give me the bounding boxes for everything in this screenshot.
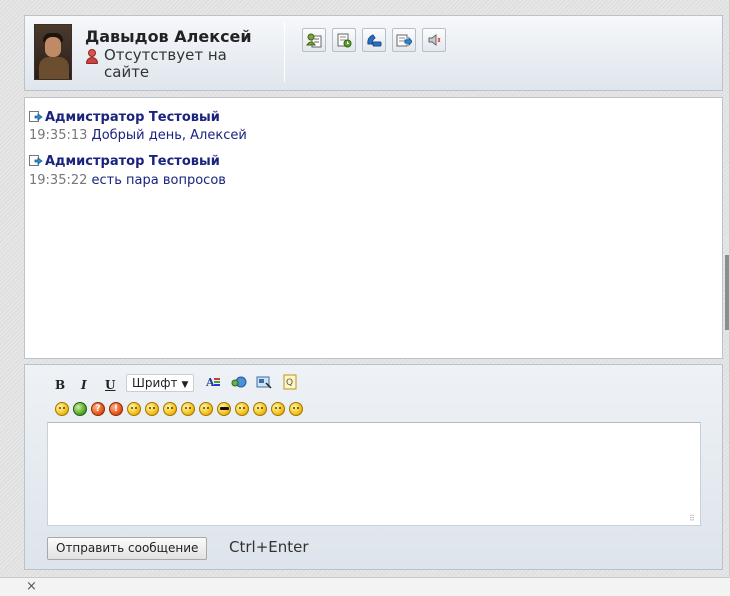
emoticon-tongue-icon[interactable]	[199, 402, 213, 416]
font-select-value: Шрифт	[132, 376, 178, 390]
resize-grip-icon[interactable]: ⠿	[689, 514, 718, 566]
svg-text:A: A	[206, 376, 215, 389]
message-line: 19:35:22 есть пара вопросов	[29, 173, 226, 188]
emoticon-happy-icon[interactable]	[271, 402, 285, 416]
quote-icon[interactable]: Q	[283, 374, 297, 390]
emoticon-shield-icon[interactable]	[73, 402, 87, 416]
chat-window: Давыдов Алексей Отсутствует на сайте Адм…	[0, 0, 730, 596]
incoming-message-icon	[29, 111, 43, 122]
font-color-icon[interactable]: A	[206, 374, 222, 390]
emoticon-laugh-icon[interactable]	[55, 402, 69, 416]
call-icon	[367, 34, 382, 47]
emoticon-smile-icon[interactable]	[127, 402, 141, 416]
message-log[interactable]: Адмистратор Тестовый 19:35:13 Добрый ден…	[24, 97, 723, 359]
message-composer: B I U Шрифт ▼ A Q ? ! ⠿ Отправить сообще…	[24, 364, 723, 570]
bold-button[interactable]: B	[55, 378, 65, 392]
call-button[interactable]	[362, 28, 386, 52]
chevron-down-icon: ▼	[181, 380, 189, 390]
italic-button[interactable]: I	[81, 378, 87, 392]
emoticon-wink-icon[interactable]	[289, 402, 303, 416]
emoticon-question-icon[interactable]: ?	[91, 402, 105, 416]
emoticon-sad-icon[interactable]	[145, 402, 159, 416]
screenshot-icon[interactable]	[256, 374, 272, 390]
transfer-button[interactable]	[392, 28, 416, 52]
avatar[interactable]	[34, 24, 72, 80]
message-input[interactable]	[47, 422, 701, 526]
font-select[interactable]: Шрифт ▼	[126, 374, 195, 392]
user-card-icon	[306, 33, 322, 48]
side-panel-handle[interactable]	[725, 255, 729, 330]
message-author[interactable]: Адмистратор Тестовый	[29, 110, 220, 125]
message-author-name: Адмистратор Тестовый	[45, 110, 220, 125]
message-time: 19:35:13	[29, 128, 88, 143]
emoticon-exclamation-icon[interactable]: !	[109, 402, 123, 416]
sound-icon	[428, 34, 441, 46]
message-time: 19:35:22	[29, 173, 88, 188]
message-author-name: Адмистратор Тестовый	[45, 154, 220, 169]
underline-button[interactable]: U	[105, 378, 115, 392]
header-divider	[284, 22, 285, 82]
image-icon[interactable]	[231, 374, 247, 390]
message-author[interactable]: Адмистратор Тестовый	[29, 154, 220, 169]
user-name[interactable]: Давыдов Алексей	[85, 27, 252, 46]
user-card-button[interactable]	[302, 28, 326, 52]
send-message-button[interactable]: Отправить сообщение	[47, 537, 208, 560]
message-line: 19:35:13 Добрый день, Алексей	[29, 128, 247, 143]
sound-button[interactable]	[422, 28, 446, 52]
history-icon	[337, 33, 352, 48]
emoticon-neutral-icon[interactable]	[253, 402, 267, 416]
incoming-message-icon	[29, 155, 43, 166]
user-offline-icon	[85, 49, 99, 65]
emoticon-grimace-icon[interactable]	[235, 402, 249, 416]
transfer-icon	[396, 34, 412, 47]
message-text: Добрый день, Алексей	[91, 128, 247, 143]
status-text: Отсутствует на сайте	[104, 46, 227, 81]
close-icon[interactable]: ×	[26, 578, 37, 596]
hotkey-hint: Ctrl+Enter	[229, 538, 309, 556]
emoticon-frown-icon[interactable]	[163, 402, 177, 416]
svg-text:Q: Q	[286, 378, 293, 388]
history-button[interactable]	[332, 28, 356, 52]
emoticon-crying-icon[interactable]	[181, 402, 195, 416]
chat-header: Давыдов Алексей Отсутствует на сайте	[24, 15, 723, 91]
emoticon-cool-icon[interactable]	[217, 402, 231, 416]
chat-footer: ×	[0, 577, 730, 596]
message-text: есть пара вопросов	[91, 173, 226, 188]
